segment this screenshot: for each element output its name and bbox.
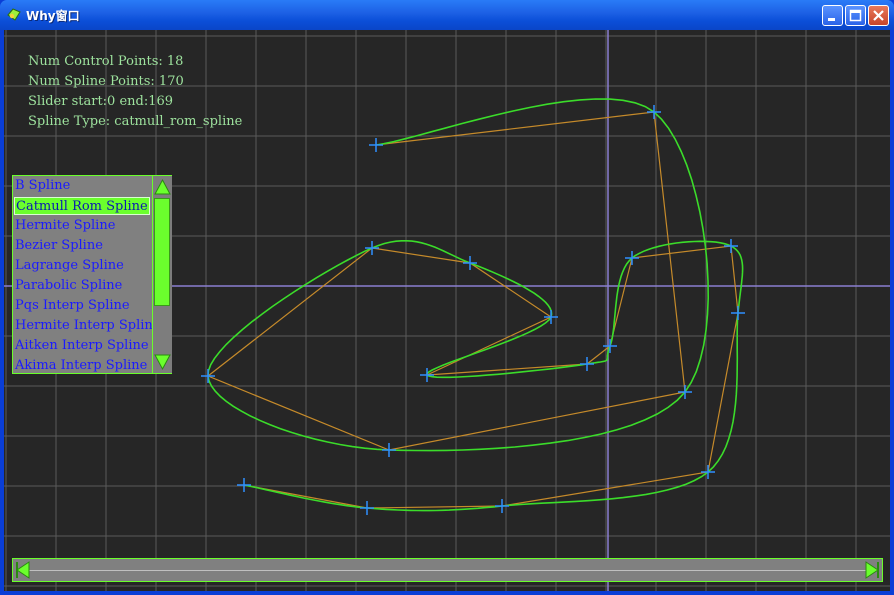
control-point-marker: [201, 369, 215, 383]
drawing-canvas-area[interactable]: Num Control Points: 18 Num Spline Points…: [4, 30, 890, 591]
list-item-parabolic-spline[interactable]: Parabolic Spline: [14, 277, 151, 295]
control-point-marker: [731, 306, 745, 320]
slider-range-label: Slider start:0 end:169: [28, 94, 174, 109]
list-item-bezier-spline[interactable]: Bezier Spline: [14, 237, 151, 255]
list-item-aitken-interp-spline[interactable]: Aitken Interp Spline: [14, 337, 151, 355]
minimize-button[interactable]: [822, 5, 843, 26]
list-item-catmull-rom-spline[interactable]: Catmull Rom Spline: [14, 197, 150, 215]
listbox-scroll-thumb[interactable]: [154, 198, 170, 306]
window-title: Why窗口: [26, 9, 80, 23]
control-point-marker: [382, 443, 396, 457]
control-point-marker: [369, 138, 383, 152]
num-spline-points-label: Num Spline Points: 170: [28, 74, 184, 89]
list-item-hermite-interp-spline[interactable]: Hermite Interp Spline: [14, 317, 160, 335]
control-point-marker: [463, 256, 477, 270]
spline-type-listbox[interactable]: B Spline Catmull Rom Spline Hermite Spli…: [12, 175, 172, 374]
control-polygon: [206, 111, 739, 509]
spline-range-slider[interactable]: [12, 558, 883, 582]
list-item-akima-interp-spline[interactable]: Akima Interp Spline: [14, 357, 151, 375]
scroll-down-arrow-icon[interactable]: [154, 353, 171, 371]
slider-start-handle-icon[interactable]: [15, 561, 31, 579]
spline-type-label: Spline Type: catmull_rom_spline: [28, 114, 243, 129]
close-icon: [873, 10, 884, 21]
maximize-icon: [849, 9, 862, 22]
num-control-points-label: Num Control Points: 18: [28, 54, 184, 69]
control-point-marker: [580, 357, 594, 371]
slider-end-handle-icon[interactable]: [864, 561, 880, 579]
list-item-b-spline[interactable]: B Spline: [14, 177, 151, 195]
control-point-marker: [365, 241, 379, 255]
list-item-pqs-interp-spline[interactable]: Pqs Interp Spline: [14, 297, 151, 315]
title-bar[interactable]: Why窗口: [0, 0, 894, 30]
control-point-marker: [360, 501, 374, 515]
slider-track: [29, 570, 867, 571]
control-point-marker: [603, 339, 617, 353]
control-point-marker: [237, 478, 251, 492]
app-icon: [7, 8, 21, 21]
minimize-icon: [828, 18, 835, 21]
spline-curve: [207, 98, 744, 512]
control-point-marker: [495, 499, 509, 513]
list-item-hermite-spline[interactable]: Hermite Spline: [14, 217, 151, 235]
control-point-marker: [724, 239, 738, 253]
list-item-lagrange-spline[interactable]: Lagrange Spline: [14, 257, 151, 275]
application-window: Why窗口 Num Control Points: 18 Num Spline …: [0, 0, 894, 595]
listbox-vertical-scrollbar[interactable]: [152, 176, 172, 373]
close-button[interactable]: [868, 5, 889, 26]
scroll-up-arrow-icon[interactable]: [154, 178, 171, 196]
maximize-button[interactable]: [845, 5, 866, 26]
